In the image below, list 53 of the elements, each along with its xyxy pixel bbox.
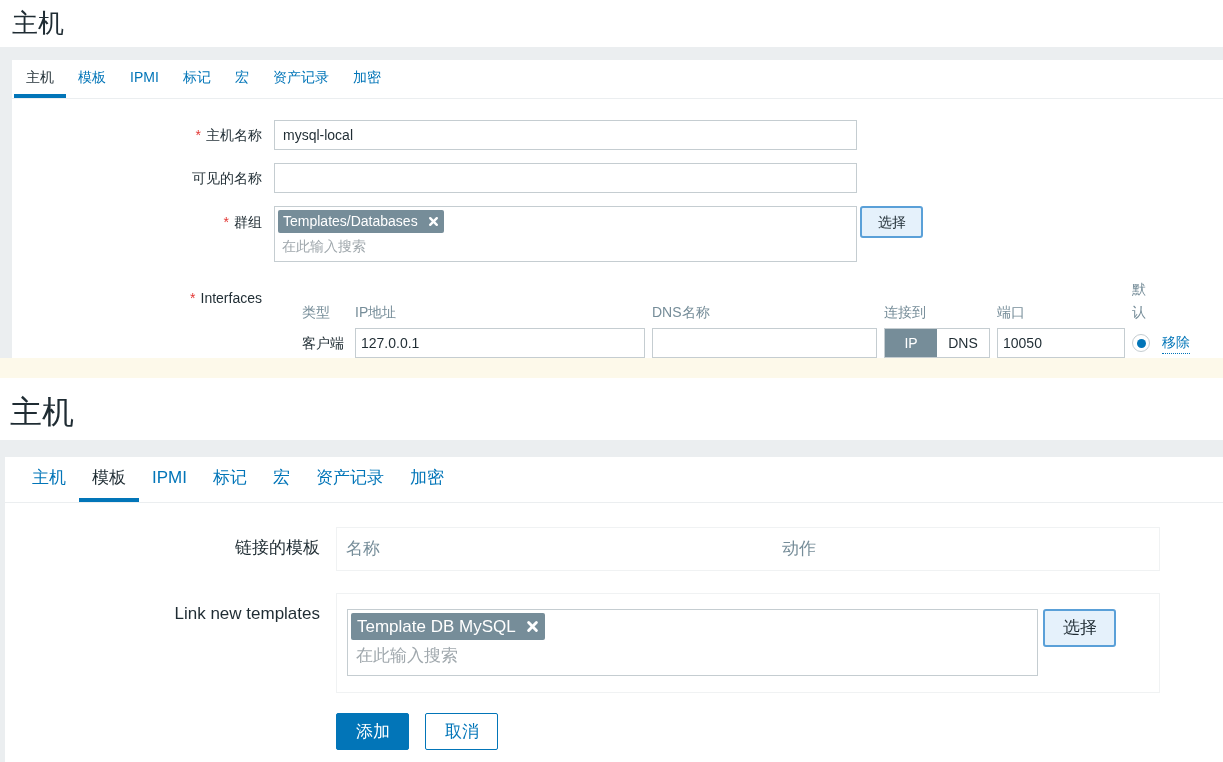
column-header: 动作 <box>782 538 816 561</box>
column-header: 端口 <box>997 303 1026 322</box>
column-header: 名称 <box>345 538 381 561</box>
tab[interactable]: 标记 <box>170 60 223 99</box>
tab[interactable]: 模板 <box>79 457 139 502</box>
tab[interactable]: IPMI <box>139 457 200 502</box>
text-field[interactable] <box>274 163 857 194</box>
field-label: Interfaces <box>200 290 262 307</box>
column-header: 类型 <box>302 303 331 322</box>
required-mark: * <box>190 290 196 307</box>
remove-icon[interactable] <box>525 620 539 633</box>
column-header: 默认 <box>1132 280 1146 322</box>
field-label: 主机名称 <box>206 126 262 143</box>
tab[interactable]: 加密 <box>340 60 393 99</box>
add-button[interactable]: 添加 <box>336 713 409 750</box>
remove-link[interactable]: 移除 <box>1162 332 1190 354</box>
required-mark: * <box>195 126 201 143</box>
page-title: 主机 <box>9 393 75 432</box>
column-header: IP地址 <box>355 303 398 322</box>
tab[interactable]: 加密 <box>396 457 457 502</box>
column-header: 连接到 <box>884 303 927 322</box>
required-mark: * <box>223 214 229 231</box>
column-header: DNS名称 <box>652 303 711 322</box>
field-label: 群组 <box>234 214 262 231</box>
tab[interactable]: 宏 <box>259 457 303 502</box>
ip-field[interactable]: 127.0.0.1 <box>355 328 645 358</box>
tab[interactable]: 主机 <box>19 457 79 502</box>
placeholder-text: 在此输入搜索 <box>355 645 459 667</box>
page-title: 主机 <box>11 7 65 40</box>
cancel-button[interactable]: 取消 <box>425 713 498 750</box>
interface-type: 客户端 <box>302 333 345 353</box>
tag: Templates/Databases <box>278 210 444 234</box>
tab[interactable]: 模板 <box>66 60 118 99</box>
tag: Template DB MySQL <box>351 613 545 640</box>
placeholder-text: 在此输入搜索 <box>281 237 367 257</box>
dns-field[interactable] <box>652 328 877 358</box>
multiselect-field[interactable]: Templates/Databases 在此输入搜索 <box>274 206 857 263</box>
text-field[interactable]: mysql-local <box>274 120 857 151</box>
select-button[interactable]: 选择 <box>860 206 923 239</box>
tab[interactable]: 资产记录 <box>260 60 341 99</box>
multiselect-field[interactable]: Template DB MySQL 在此输入搜索 <box>347 609 1038 676</box>
port-field[interactable]: 10050 <box>997 328 1125 358</box>
remove-icon[interactable] <box>427 216 439 228</box>
tab[interactable]: 资产记录 <box>302 457 397 502</box>
tab[interactable]: 标记 <box>199 457 260 502</box>
field-label: Link new templates <box>174 604 320 623</box>
field-label: 链接的模板 <box>235 538 320 557</box>
field-label: 可见的名称 <box>192 169 262 186</box>
tab[interactable]: IPMI <box>118 60 171 99</box>
tab[interactable]: 宏 <box>222 60 261 99</box>
select-button[interactable]: 选择 <box>1043 609 1116 647</box>
connect-toggle[interactable]: IP <box>885 329 937 357</box>
tab[interactable]: 主机 <box>14 60 66 99</box>
